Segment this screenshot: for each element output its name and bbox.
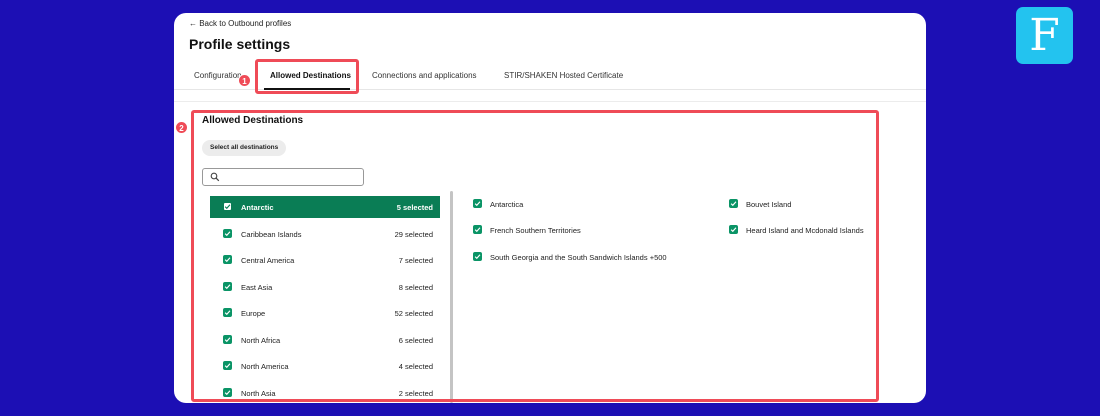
highlight-box-destinations	[191, 110, 879, 402]
highlight-box-tab	[255, 59, 359, 94]
logo-letter: F	[1029, 9, 1060, 61]
divider	[174, 101, 926, 102]
tab-configuration[interactable]: Configuration	[194, 71, 242, 80]
tab-stir-shaken-certificate[interactable]: STIR/SHAKEN Hosted Certificate	[504, 71, 623, 80]
brand-logo: F	[1016, 7, 1073, 64]
annotation-badge-1: 1	[238, 74, 251, 87]
page-title: Profile settings	[189, 36, 291, 52]
tab-connections-and-applications[interactable]: Connections and applications	[372, 71, 477, 80]
annotation-badge-2: 2	[175, 121, 188, 134]
back-to-outbound-profiles-link[interactable]: ← Back to Outbound profiles	[189, 19, 291, 28]
